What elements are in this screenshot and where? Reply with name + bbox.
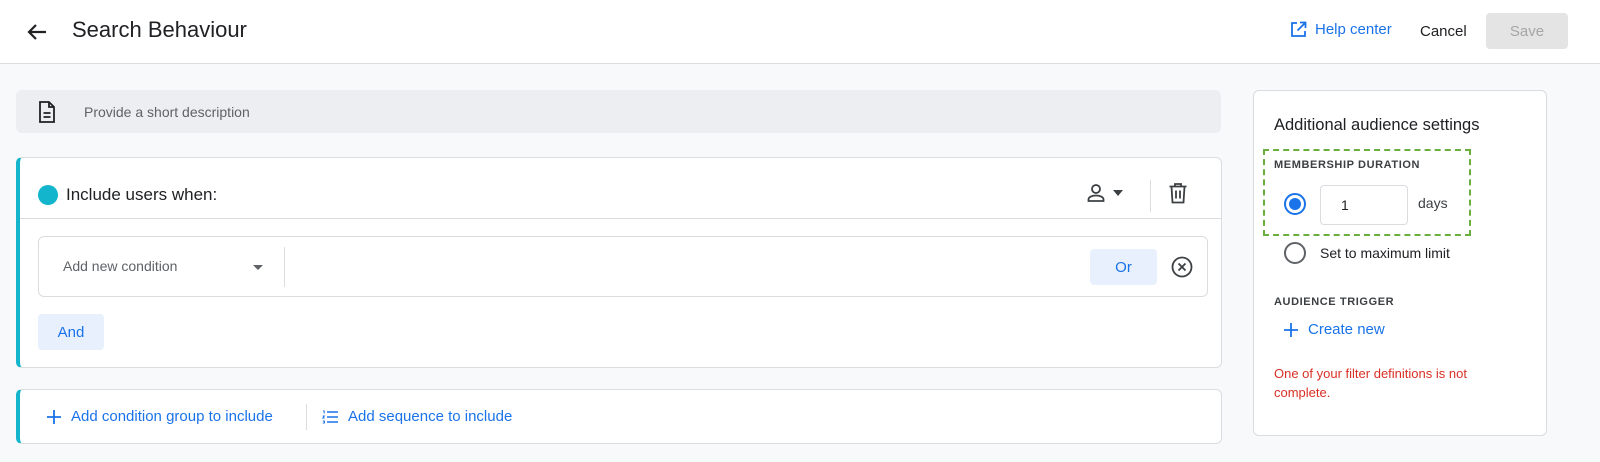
create-trigger-button[interactable]: Create new xyxy=(1284,321,1385,338)
top-bar: Search Behaviour Help center Cancel Save xyxy=(0,0,1600,64)
duration-input[interactable] xyxy=(1320,185,1408,225)
add-sequence-button[interactable]: Add sequence to include xyxy=(322,408,512,425)
duration-unit: days xyxy=(1418,195,1448,211)
help-center-link[interactable]: Help center xyxy=(1290,21,1392,38)
save-button[interactable]: Save xyxy=(1486,13,1568,49)
error-message: One of your filter definitions is not co… xyxy=(1274,366,1467,400)
description-placeholder: Provide a short description xyxy=(84,103,250,120)
page-title: Search Behaviour xyxy=(72,17,247,42)
condition-row: Add new condition Or xyxy=(38,236,1208,297)
person-icon xyxy=(1087,184,1105,202)
actions-divider xyxy=(306,404,307,430)
group-color-dot xyxy=(38,185,58,205)
condition-group-header: Include users when: xyxy=(20,158,1221,219)
chevron-down-icon xyxy=(1113,190,1123,196)
trash-icon xyxy=(1169,183,1187,204)
create-new-label: Create new xyxy=(1308,321,1385,338)
document-icon xyxy=(39,100,55,123)
plus-icon xyxy=(1284,322,1298,337)
delete-group-button[interactable] xyxy=(1168,182,1188,209)
condition-group-card: Include users when: Add new condition Or xyxy=(16,157,1222,368)
add-sequence-label: Add sequence to include xyxy=(348,408,513,425)
open-in-new-icon xyxy=(1291,21,1307,37)
list-numbered-icon xyxy=(322,410,338,423)
settings-title: Additional audience settings xyxy=(1274,116,1480,134)
cancel-button[interactable]: Cancel xyxy=(1420,23,1467,40)
add-actions-card: Add condition group to include Add seque… xyxy=(16,389,1222,444)
add-condition-group-label: Add condition group to include xyxy=(71,408,273,425)
membership-duration-label: MEMBERSHIP DURATION xyxy=(1274,159,1421,171)
arrow-left-icon xyxy=(27,24,46,40)
close-circle-icon xyxy=(1171,256,1193,278)
max-limit-radio[interactable] xyxy=(1284,242,1306,264)
description-field[interactable]: Provide a short description xyxy=(16,90,1221,133)
back-button[interactable] xyxy=(24,20,50,44)
duration-radio[interactable] xyxy=(1284,193,1306,215)
max-limit-label: Set to maximum limit xyxy=(1320,245,1450,261)
add-condition-group-button[interactable]: Add condition group to include xyxy=(47,408,273,425)
include-users-label: Include users when: xyxy=(66,185,218,204)
add-condition-dropdown[interactable]: Add new condition xyxy=(39,237,285,296)
header-divider xyxy=(1150,180,1151,212)
scope-dropdown[interactable] xyxy=(1086,183,1124,203)
audience-trigger-label: AUDIENCE TRIGGER xyxy=(1274,296,1395,308)
plus-icon xyxy=(47,409,61,424)
remove-condition-button[interactable] xyxy=(1171,256,1193,283)
add-condition-placeholder: Add new condition xyxy=(63,258,178,274)
chevron-down-icon xyxy=(253,265,263,270)
and-button[interactable]: And xyxy=(38,314,104,350)
help-center-label: Help center xyxy=(1315,21,1392,38)
audience-settings-panel: Additional audience settings MEMBERSHIP … xyxy=(1253,90,1547,436)
or-button[interactable]: Or xyxy=(1090,249,1157,285)
condition-divider xyxy=(284,247,285,287)
